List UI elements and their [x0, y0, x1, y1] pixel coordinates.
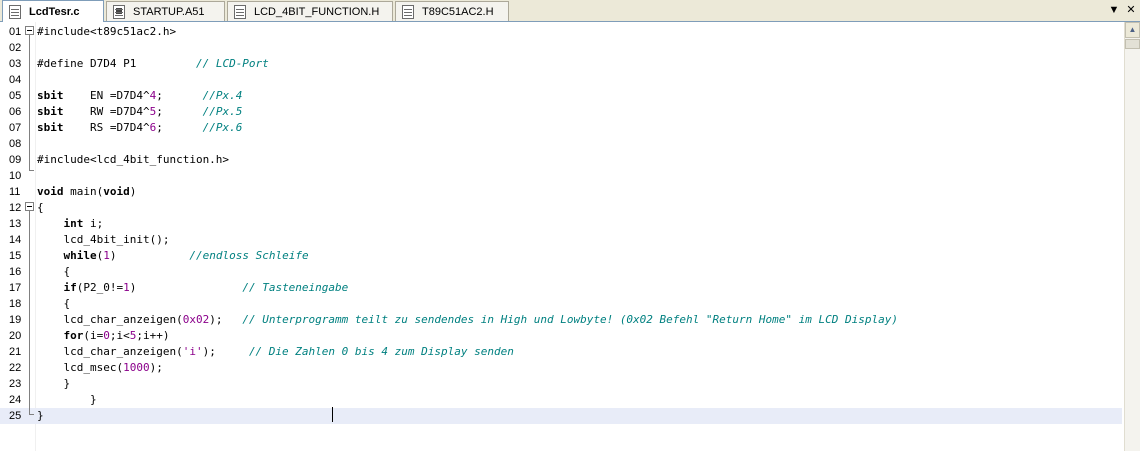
code-line[interactable]: 17 if(P2_0!=1) // Tasteneingabe — [0, 280, 1122, 296]
tab-startup-a51[interactable]: STARTUP.A51 — [106, 1, 225, 21]
code-text[interactable]: #define D7D4 P1 // LCD-Port — [37, 56, 269, 72]
line-number: 20 — [9, 330, 22, 342]
code-line[interactable]: 23 } — [0, 376, 1122, 392]
text-caret — [332, 407, 333, 422]
file-tab-bar: LcdTesr.c STARTUP.A51 LCD_4BIT_FUNCTION.… — [0, 0, 1140, 22]
line-number: 24 — [9, 394, 22, 406]
tab-label: LcdTesr.c — [29, 5, 80, 18]
code-line[interactable]: 11 void main(void) — [0, 184, 1122, 200]
line-number: 11 — [9, 186, 21, 198]
code-text[interactable]: void main(void) — [37, 184, 136, 200]
scroll-up-button[interactable]: ▲ — [1125, 22, 1140, 38]
close-tab-icon[interactable]: ✕ — [1124, 3, 1138, 17]
line-number: 14 — [9, 234, 22, 246]
code-text[interactable]: sbit EN =D7D4^4; //Px.4 — [37, 88, 242, 104]
fold-collapse-icon[interactable] — [25, 26, 34, 35]
code-line[interactable]: 16 { — [0, 264, 1122, 280]
code-text[interactable]: lcd_char_anzeigen(0x02); // Unterprogram… — [37, 312, 897, 328]
fold-collapse-icon[interactable] — [25, 202, 34, 211]
code-line[interactable]: 20 for(i=0;i<5;i++) — [0, 328, 1122, 344]
line-number: 12 — [9, 202, 22, 214]
line-number: 15 — [9, 250, 22, 262]
line-number: 03 — [9, 58, 22, 70]
code-text[interactable]: #include<lcd_4bit_function.h> — [37, 152, 229, 168]
code-line[interactable]: 04 — [0, 72, 1122, 88]
code-text[interactable]: sbit RW =D7D4^5; //Px.5 — [37, 104, 242, 120]
code-line[interactable]: 02 — [0, 40, 1122, 56]
fold-end-marker — [29, 170, 34, 171]
line-number: 09 — [9, 154, 22, 166]
code-line[interactable]: 07 sbit RS =D7D4^6; //Px.6 — [0, 120, 1122, 136]
line-number: 22 — [9, 362, 22, 374]
line-number: 08 — [9, 138, 22, 150]
code-text[interactable]: } — [37, 392, 97, 408]
line-number: 17 — [9, 282, 22, 294]
code-line[interactable]: 24 } — [0, 392, 1122, 408]
line-number: 01 — [9, 26, 22, 38]
vertical-scrollbar[interactable]: ▲ — [1124, 22, 1140, 451]
code-line[interactable]: 08 — [0, 136, 1122, 152]
code-text[interactable]: } — [37, 408, 44, 424]
line-number: 23 — [9, 378, 22, 390]
code-editor[interactable]: 01 #include<t89c51ac2.h> 02 03 #define D7D4 … — [0, 22, 1124, 451]
code-line[interactable]: 09 #include<lcd_4bit_function.h> — [0, 152, 1122, 168]
code-text[interactable]: { — [37, 264, 70, 280]
tab-label: T89C51AC2.H — [422, 5, 494, 18]
tab-lcd-4bit-function-h[interactable]: LCD_4BIT_FUNCTION.H — [227, 1, 393, 21]
header-file-icon — [234, 4, 246, 19]
fold-guide-line — [29, 35, 30, 170]
fold-guide-line — [29, 211, 30, 414]
line-number: 10 — [9, 170, 22, 182]
line-number: 18 — [9, 298, 22, 310]
code-line[interactable]: 05 sbit EN =D7D4^4; //Px.4 — [0, 88, 1122, 104]
code-line[interactable]: 13 int i; — [0, 216, 1122, 232]
line-number: 04 — [9, 74, 22, 86]
header-file-icon — [402, 4, 414, 19]
tab-label: STARTUP.A51 — [133, 5, 205, 18]
line-number: 19 — [9, 314, 22, 326]
code-line[interactable]: 21 lcd_char_anzeigen('i'); // Die Zahlen… — [0, 344, 1122, 360]
code-text[interactable]: sbit RS =D7D4^6; //Px.6 — [37, 120, 242, 136]
asm-file-icon — [113, 4, 125, 19]
code-text[interactable]: lcd_char_anzeigen('i'); // Die Zahlen 0 … — [37, 344, 513, 360]
code-line[interactable]: 12 { — [0, 200, 1122, 216]
code-line[interactable]: 15 while(1) //endloss Schleife — [0, 248, 1122, 264]
line-number: 06 — [9, 106, 22, 118]
fold-end-marker — [29, 414, 34, 415]
line-number: 07 — [9, 122, 22, 134]
code-text[interactable]: { — [37, 296, 70, 312]
line-number: 21 — [9, 346, 22, 358]
code-line[interactable]: 14 lcd_4bit_init(); — [0, 232, 1122, 248]
code-text[interactable]: #include<t89c51ac2.h> — [37, 24, 176, 40]
code-text[interactable]: lcd_4bit_init(); — [37, 232, 169, 248]
code-text[interactable]: if(P2_0!=1) // Tasteneingabe — [37, 280, 349, 296]
tab-list-dropdown-icon[interactable]: ▼ — [1107, 3, 1121, 17]
line-number: 13 — [9, 218, 22, 230]
code-line[interactable]: 25} — [0, 408, 1122, 424]
code-line[interactable]: 06 sbit RW =D7D4^5; //Px.5 — [0, 104, 1122, 120]
code-text[interactable]: } — [37, 376, 70, 392]
code-line[interactable]: 19 lcd_char_anzeigen(0x02); // Unterprog… — [0, 312, 1122, 328]
code-line[interactable]: 22 lcd_msec(1000); — [0, 360, 1122, 376]
code-line[interactable]: 01 #include<t89c51ac2.h> — [0, 24, 1122, 40]
code-line[interactable]: 18 { — [0, 296, 1122, 312]
code-text[interactable]: lcd_msec(1000); — [37, 360, 162, 376]
line-number: 05 — [9, 90, 22, 102]
code-text[interactable]: while(1) //endloss Schleife — [37, 248, 309, 264]
code-text[interactable]: { — [37, 200, 44, 216]
code-text[interactable]: int i; — [37, 216, 104, 232]
code-line[interactable]: 03 #define D7D4 P1 // LCD-Port — [0, 56, 1122, 72]
scroll-thumb[interactable] — [1125, 39, 1140, 49]
c-file-icon — [9, 4, 21, 19]
line-number: 02 — [9, 42, 22, 54]
code-line[interactable]: 10 — [0, 168, 1122, 184]
tab-t89c51ac2-h[interactable]: T89C51AC2.H — [395, 1, 509, 21]
line-number: 25 — [9, 410, 22, 422]
tab-lcdtesr-c[interactable]: LcdTesr.c — [2, 0, 104, 22]
line-number: 16 — [9, 266, 22, 278]
code-text[interactable]: for(i=0;i<5;i++) — [37, 328, 170, 344]
tab-label: LCD_4BIT_FUNCTION.H — [254, 5, 380, 18]
